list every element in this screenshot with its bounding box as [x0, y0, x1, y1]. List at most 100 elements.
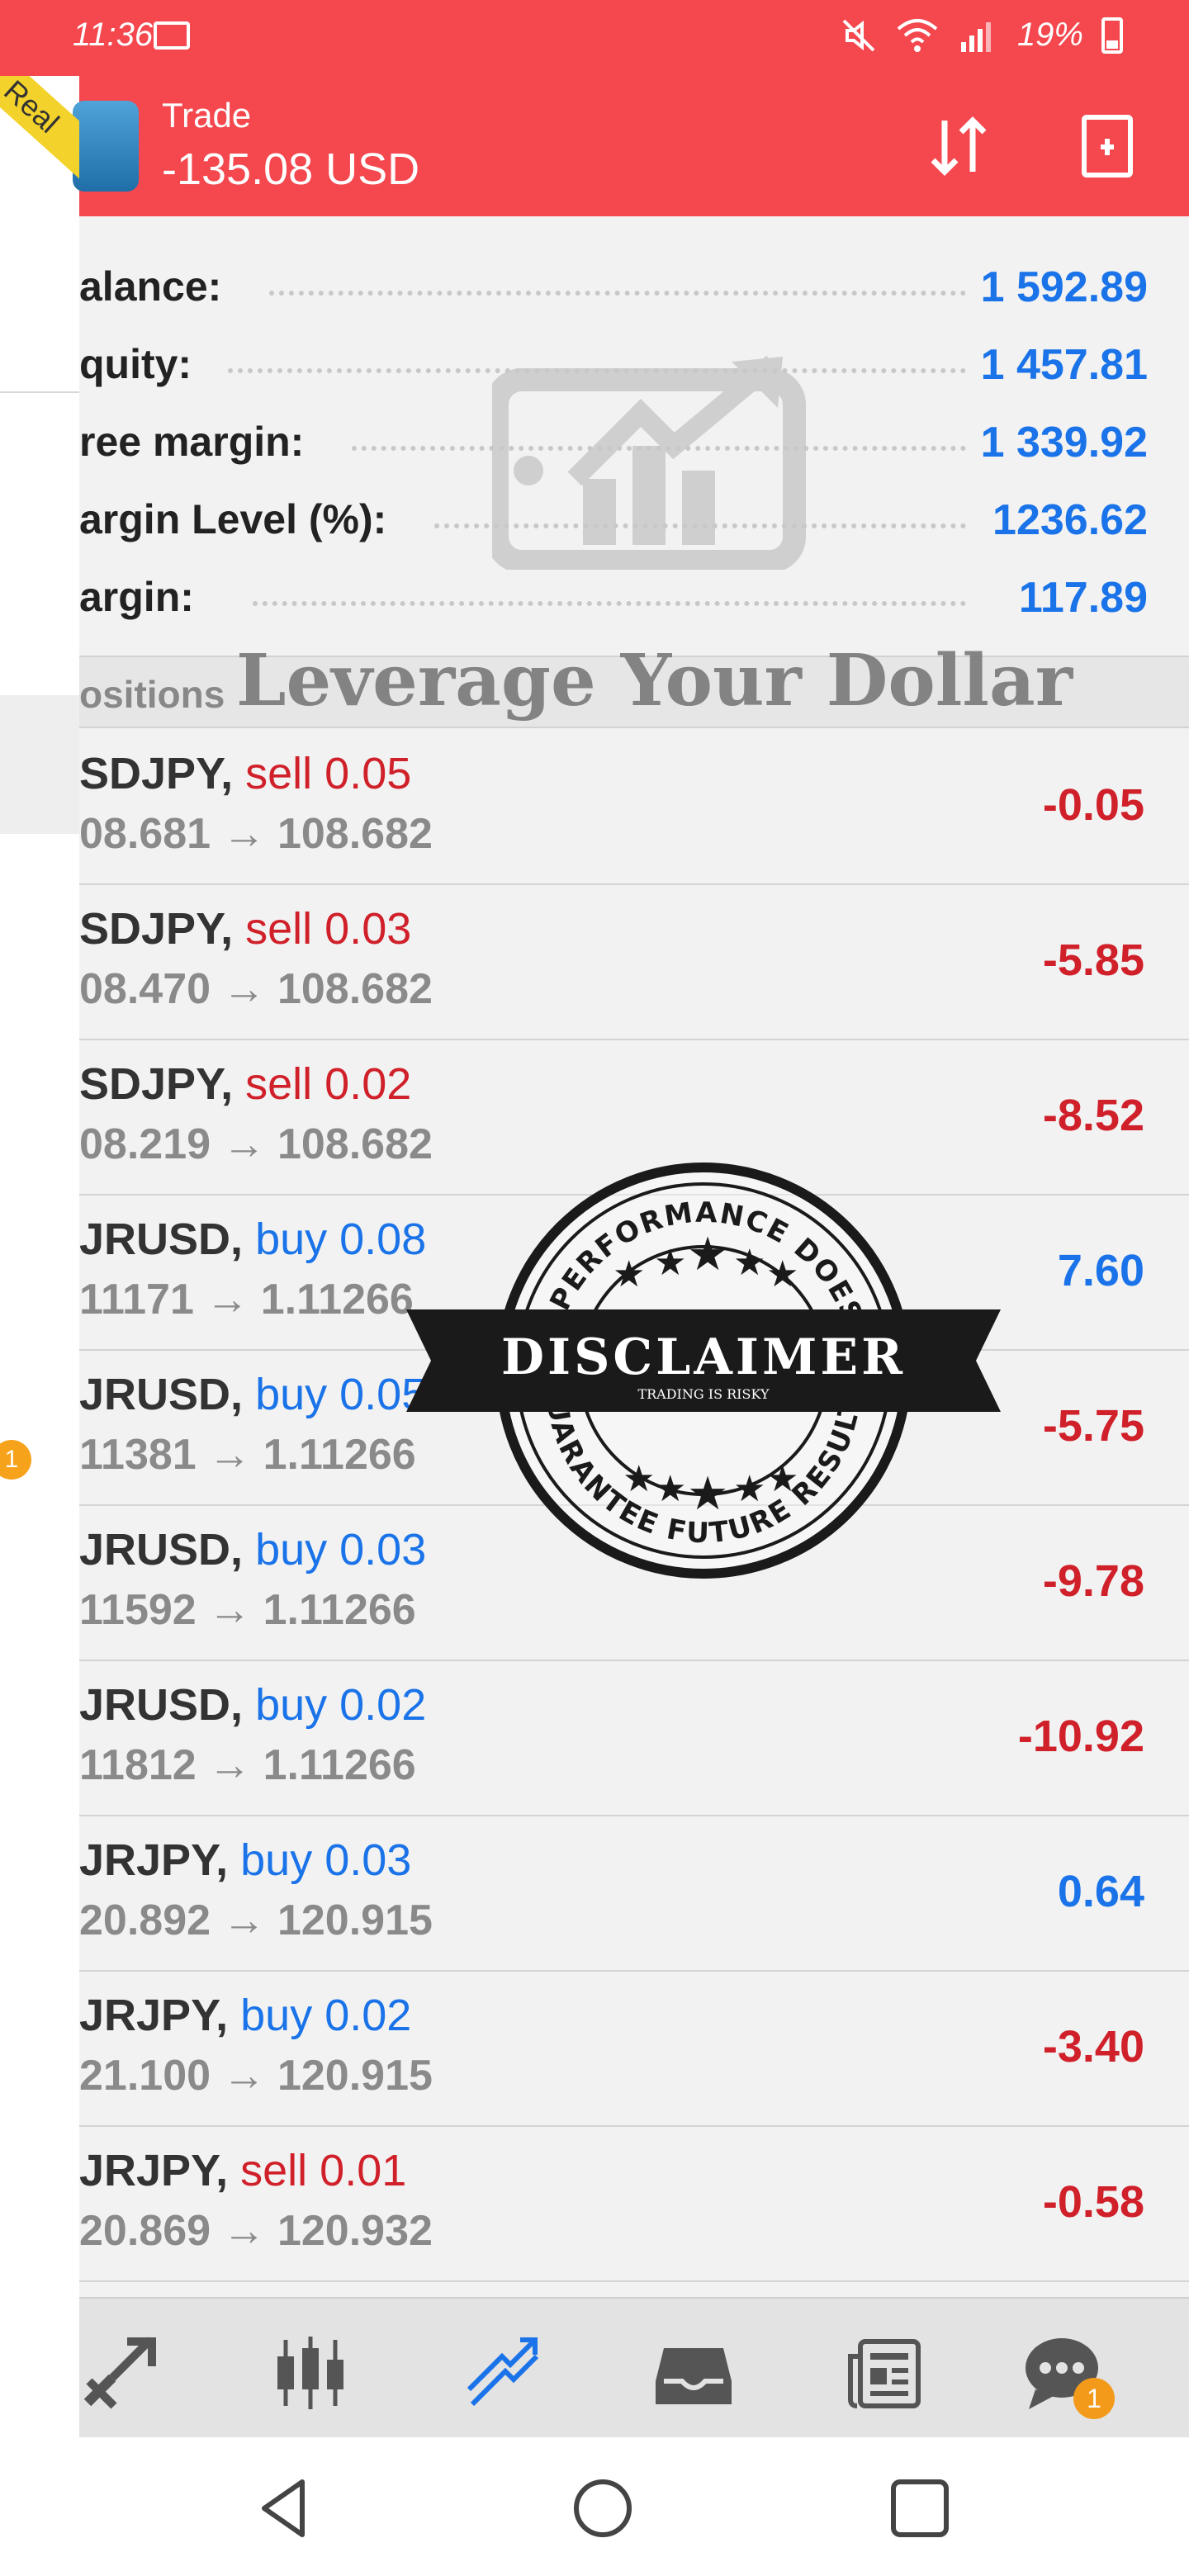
position-side: buy 0.08	[255, 1215, 427, 1264]
summary-row: argin: 117.89	[79, 558, 1189, 636]
status-time: 11:36	[73, 17, 154, 53]
messages-icon[interactable]: 1	[1021, 2332, 1115, 2419]
position-side: buy 0.03	[240, 1835, 412, 1885]
account-type-label: Real	[0, 76, 79, 207]
drawer-selected-item[interactable]	[0, 695, 79, 834]
position-prices: 08.681 → 108.682	[79, 810, 433, 858]
trade-panel: alance: 1 592.89 quity: 1 457.81 ree margin:…	[79, 216, 1189, 2297]
stamp-subtitle: TRADING IS RISKY	[637, 1386, 770, 1402]
svg-text:★: ★	[733, 1469, 765, 1509]
position-side: buy 0.02	[255, 1680, 427, 1730]
position-profit: 0.64	[1057, 1867, 1144, 1916]
position-symbol-text: JRJPY,	[79, 2146, 229, 2195]
position-row[interactable]: JRJPY, sell 0.01 20.869 → 120.932 -0.58	[79, 2127, 1189, 2282]
position-profit: -10.92	[1017, 1712, 1144, 1761]
svg-text:★: ★	[766, 1459, 798, 1499]
position-prices: 11381 → 1.11266	[79, 1431, 416, 1479]
svg-text:★: ★	[654, 1243, 686, 1283]
position-profit: -8.52	[1042, 1091, 1144, 1140]
position-prices: 11171 → 1.11266	[79, 1276, 414, 1324]
position-symbol-text: JRUSD,	[79, 1370, 244, 1419]
add-document-icon[interactable]	[1070, 109, 1144, 183]
position-symbol: JRJPY, buy 0.02	[79, 1990, 411, 2041]
position-prices: 08.470 → 108.682	[79, 965, 433, 1013]
position-symbol-text: JRUSD,	[79, 1525, 244, 1574]
summary-label: alance:	[79, 263, 222, 310]
disclaimer-stamp: PAST PERFORMANCE DOES NOT GUARANTEE FUTU…	[406, 1154, 1001, 1579]
position-symbol: SDJPY, sell 0.03	[79, 903, 411, 954]
summary-leader-dots	[434, 523, 966, 528]
svg-text:★: ★	[687, 1467, 728, 1519]
stamp-title: DISCLAIMER	[501, 1328, 906, 1386]
summary-value: 117.89	[1018, 574, 1148, 622]
history-icon[interactable]	[652, 2332, 735, 2414]
position-profit: -9.78	[1042, 1556, 1144, 1606]
svg-text:★: ★	[654, 1469, 686, 1509]
drawer-divider	[0, 391, 79, 393]
summary-label: argin:	[79, 574, 194, 620]
mute-icon	[842, 19, 875, 51]
status-icons: 19%	[841, 17, 1123, 54]
summary-leader-dots	[352, 446, 966, 451]
back-icon[interactable]	[253, 2475, 319, 2541]
position-symbol: JRUSD, buy 0.03	[79, 1524, 426, 1575]
position-side: sell 0.05	[245, 749, 412, 798]
recents-icon[interactable]	[887, 2475, 953, 2541]
position-row[interactable]: JRUSD, buy 0.02 11812 → 1.11266 -10.92	[79, 1661, 1189, 1816]
position-symbol: JRUSD, buy 0.08	[79, 1214, 426, 1265]
position-row[interactable]: JRJPY, buy 0.03 20.892 → 120.915 0.64	[79, 1816, 1189, 1972]
news-icon[interactable]	[844, 2332, 926, 2414]
summary-value: 1 339.92	[980, 419, 1148, 466]
account-type-ribbon: Real	[0, 76, 79, 216]
quotes-icon[interactable]	[79, 2332, 162, 2414]
position-symbol: SDJPY, sell 0.02	[79, 1058, 411, 1110]
position-side: sell 0.01	[240, 2146, 407, 2195]
summary-value: 1 592.89	[980, 263, 1148, 311]
position-row[interactable]: JRJPY, buy 0.02 21.100 → 120.915 -3.40	[79, 1972, 1189, 2127]
position-symbol: JRJPY, sell 0.01	[79, 2145, 406, 2196]
position-prices: 20.892 → 120.915	[79, 1896, 433, 1944]
positions-header-label: ositions	[79, 673, 225, 716]
position-prices: 11592 → 1.11266	[79, 1586, 416, 1634]
position-prices: 20.869 → 120.932	[79, 2207, 433, 2255]
summary-leader-dots	[228, 368, 966, 373]
system-navigation	[0, 2437, 1189, 2576]
position-side: buy 0.05	[255, 1370, 427, 1419]
summary-row: ree margin: 1 339.92	[79, 403, 1189, 481]
home-icon[interactable]	[570, 2475, 636, 2541]
position-row[interactable]: SDJPY, sell 0.03 08.470 → 108.682 -5.85	[79, 885, 1189, 1040]
summary-row: quity: 1 457.81	[79, 325, 1189, 403]
bottom-navigation: 1	[79, 2297, 1189, 2437]
position-profit: -5.75	[1042, 1401, 1144, 1451]
position-prices: 11812 → 1.11266	[79, 1741, 416, 1789]
summary-value: 1236.62	[992, 496, 1148, 544]
summary-label: quity:	[79, 341, 192, 387]
position-prices: 08.219 → 108.682	[79, 1120, 433, 1168]
svg-text:★: ★	[733, 1243, 765, 1283]
position-symbol-text: JRJPY,	[79, 1991, 229, 2040]
chart-icon[interactable]	[269, 2332, 352, 2414]
app-logo-icon[interactable]	[73, 101, 139, 192]
position-profit: -0.05	[1042, 780, 1144, 830]
position-side: sell 0.02	[245, 1059, 412, 1109]
trade-icon[interactable]	[461, 2332, 543, 2414]
summary-row: alance: 1 592.89	[79, 248, 1189, 325]
app-bar: Trade -135.08 USD	[73, 76, 1189, 216]
summary-label: ree margin:	[79, 419, 305, 465]
position-profit: 7.60	[1057, 1246, 1144, 1295]
position-symbol-text: JRUSD,	[79, 1680, 244, 1730]
summary-label: argin Level (%):	[79, 496, 387, 542]
sort-icon[interactable]	[921, 109, 996, 183]
drawer-badge: 1	[0, 1440, 31, 1480]
position-symbol-text: JRJPY,	[79, 1835, 229, 1885]
position-profit: -5.85	[1042, 935, 1144, 985]
svg-text:★: ★	[687, 1228, 728, 1280]
svg-text:★: ★	[613, 1254, 645, 1295]
position-profit: -0.58	[1042, 2177, 1144, 2227]
svg-text:★: ★	[766, 1254, 798, 1295]
position-symbol-text: SDJPY,	[79, 749, 234, 798]
wifi-icon	[897, 18, 938, 52]
position-row[interactable]: SDJPY, sell 0.05 08.681 → 108.682 -0.05	[79, 730, 1189, 885]
position-side: buy 0.02	[240, 1991, 412, 2040]
battery-level: 19%	[1016, 17, 1083, 53]
